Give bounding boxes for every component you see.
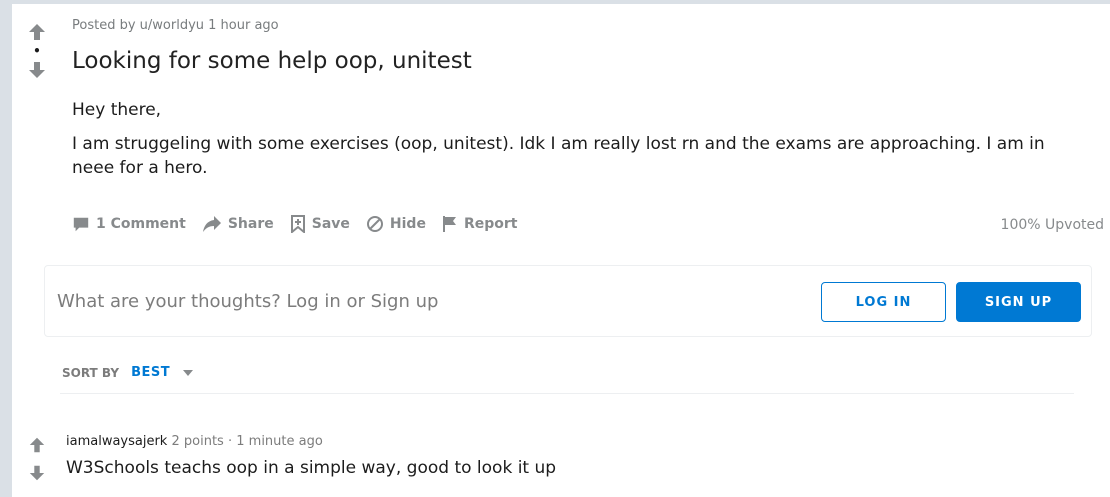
post-body: Hey there, I am struggeling with some ex… — [72, 98, 1062, 190]
hide-label: Hide — [389, 216, 426, 232]
post-vote-column: • — [12, 22, 62, 80]
comment-points: 2 points — [171, 434, 224, 449]
divider — [60, 393, 1074, 394]
report-button[interactable]: Report — [442, 215, 518, 233]
comment-time[interactable]: 1 minute ago — [236, 434, 323, 449]
comment-body: W3Schools teachs oop in a simple way, go… — [66, 458, 557, 478]
upvote-icon[interactable] — [27, 22, 47, 42]
sort-value: BEST — [131, 365, 171, 380]
post-card: • Posted by u/worldyu 1 hour ago Looking… — [12, 4, 1110, 497]
post-body-paragraph: Hey there, — [72, 100, 162, 120]
share-button[interactable]: Share — [202, 215, 274, 233]
post-meta[interactable]: Posted by u/worldyu 1 hour ago — [72, 18, 279, 33]
post-score: • — [33, 44, 41, 58]
save-label: Save — [311, 216, 350, 232]
post-body-paragraph: I am struggeling with some exercises (oo… — [72, 134, 1045, 178]
comment-icon — [73, 217, 89, 232]
post-actions: 1 Comment Share Save Hide Report — [72, 215, 517, 233]
signup-button[interactable]: SIGN UP — [956, 282, 1081, 322]
bookmark-icon — [290, 215, 305, 233]
comment-separator: · — [227, 434, 233, 449]
share-icon — [202, 216, 221, 232]
comment-prompt: What are your thoughts? Log in or Sign u… — [57, 291, 439, 312]
save-button[interactable]: Save — [290, 215, 350, 233]
comment-box: What are your thoughts? Log in or Sign u… — [44, 265, 1092, 337]
comment-vote-column — [12, 436, 62, 482]
report-label: Report — [463, 216, 518, 232]
hide-icon — [366, 216, 383, 232]
share-label: Share — [227, 216, 274, 232]
sort-dropdown[interactable]: SORT BY BEST — [62, 365, 194, 380]
post-title[interactable]: Looking for some help oop, unitest — [72, 48, 472, 74]
upvoted-percentage: 100% Upvoted — [1000, 217, 1104, 233]
login-button[interactable]: LOG IN — [821, 282, 946, 322]
downvote-icon[interactable] — [27, 60, 47, 80]
flag-icon — [442, 216, 456, 232]
sort-label: SORT BY — [62, 365, 120, 380]
comment-meta: iamalwaysajerk 2 points · 1 minute ago — [66, 434, 323, 449]
comments-button[interactable]: 1 Comment — [72, 215, 186, 233]
hide-button[interactable]: Hide — [366, 215, 426, 233]
downvote-icon[interactable] — [28, 464, 46, 482]
caret-down-icon — [183, 369, 194, 376]
upvote-icon[interactable] — [28, 436, 46, 454]
comments-label: 1 Comment — [96, 216, 186, 232]
comment-author[interactable]: iamalwaysajerk — [66, 434, 167, 449]
